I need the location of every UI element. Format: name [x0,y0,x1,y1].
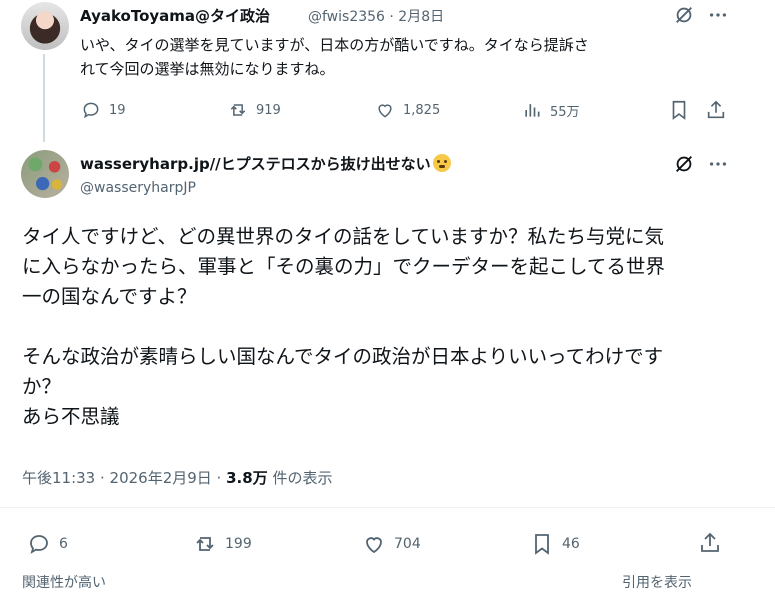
main-retweet-button[interactable]: 199 [193,532,252,556]
tweet-meta: 午後11:33 · 2026年2月9日 · 3.8万 件の表示 [22,467,332,488]
more-icon[interactable] [707,153,729,179]
parent-like-count: 1,825 [403,102,441,118]
main-bookmark-button[interactable]: 46 [530,532,580,556]
views-icon [525,104,540,117]
main-bookmark-count: 46 [562,536,580,552]
main-text-line: 一の国なんですよ？ [22,285,197,308]
view-label: 件の表示 [267,469,333,487]
heart-icon [366,537,382,554]
parent-display-name[interactable]: AyakoToyama@タイ政治 [80,5,270,26]
reply-icon [83,102,99,119]
main-like-count: 704 [394,536,421,552]
grok-icon[interactable] [673,153,695,179]
share-icon [707,100,725,119]
main-text-line: か？ [22,375,62,398]
parent-views-button[interactable]: 55万 [522,100,580,120]
main-text-line: タイ人ですけど、どの異世界のタイの話をしていますか？私たち与党に気 [22,225,664,248]
main-reply-button[interactable]: 6 [27,532,68,556]
parent-retweet-button[interactable]: 919 [228,100,281,120]
parent-retweet-count: 919 [256,102,281,118]
main-reply-count: 6 [59,536,68,552]
main-text-line: に入らなかったら、軍事と「その裏の力」でクーデターを起こしてる世界 [22,255,665,278]
main-text-line: あら不思議 [22,405,120,428]
main-tweet-text: タイ人ですけど、どの異世界のタイの話をしていますか？私たち与党に気 に入らなかっ… [22,222,742,432]
main-text-line: そんな政治が素晴らしい国なんでタイの政治が日本よりいいってわけです [22,345,664,368]
view-count: 3.8万 [226,469,268,487]
avatar-wasseryharp[interactable] [21,150,69,198]
view-quotes-link[interactable]: 引用を表示 [622,572,692,592]
main-like-button[interactable]: 704 [362,532,421,556]
heart-icon [378,104,392,118]
main-display-name-text: wasseryharp.jp//ヒプステロスから抜け出せない [80,155,431,173]
parent-text-line: れて今回の選挙は無効になりますね。 [80,60,335,78]
parent-reply-button[interactable]: 19 [81,100,126,120]
main-display-name[interactable]: wasseryharp.jp//ヒプステロスから抜け出せない [80,153,451,174]
bookmark-icon [535,534,549,555]
parent-reply-count: 19 [109,102,126,118]
bookmark-icon [672,100,686,120]
grok-icon[interactable] [673,4,695,30]
divider [0,507,775,508]
sort-relevance-tab[interactable]: 関連性が高い [22,572,106,592]
parent-text-line: いや、タイの選挙を見ていますが、日本の方が酷いですね。タイなら提訴さ [80,36,589,54]
thread-connector [43,54,45,142]
retweet-icon [230,104,246,116]
reply-icon [30,535,48,554]
parent-date[interactable]: · 2月8日 [389,9,444,25]
parent-share-button[interactable] [705,99,727,125]
share-icon [701,532,719,552]
main-share-button[interactable] [698,531,722,559]
parent-like-button[interactable]: 1,825 [375,100,440,120]
main-retweet-count: 199 [225,536,252,552]
parent-tweet-text: いや、タイの選挙を見ていますが、日本の方が酷いですね。タイなら提訴さ れて今回の… [80,33,730,81]
more-icon[interactable] [707,4,729,30]
retweet-icon [196,537,214,551]
parent-view-count: 55万 [550,104,580,120]
parent-handle-date: @fwis2356 · 2月8日 [308,6,444,26]
parent-bookmark-button[interactable] [668,99,690,125]
woozy-face-emoji-icon [432,154,451,172]
avatar-ayakotoyama[interactable] [21,2,69,50]
timestamp[interactable]: 午後11:33 · 2026年2月9日 · [22,469,226,487]
parent-handle[interactable]: @fwis2356 [308,9,385,25]
main-handle[interactable]: @wasseryharpJP [80,180,196,196]
